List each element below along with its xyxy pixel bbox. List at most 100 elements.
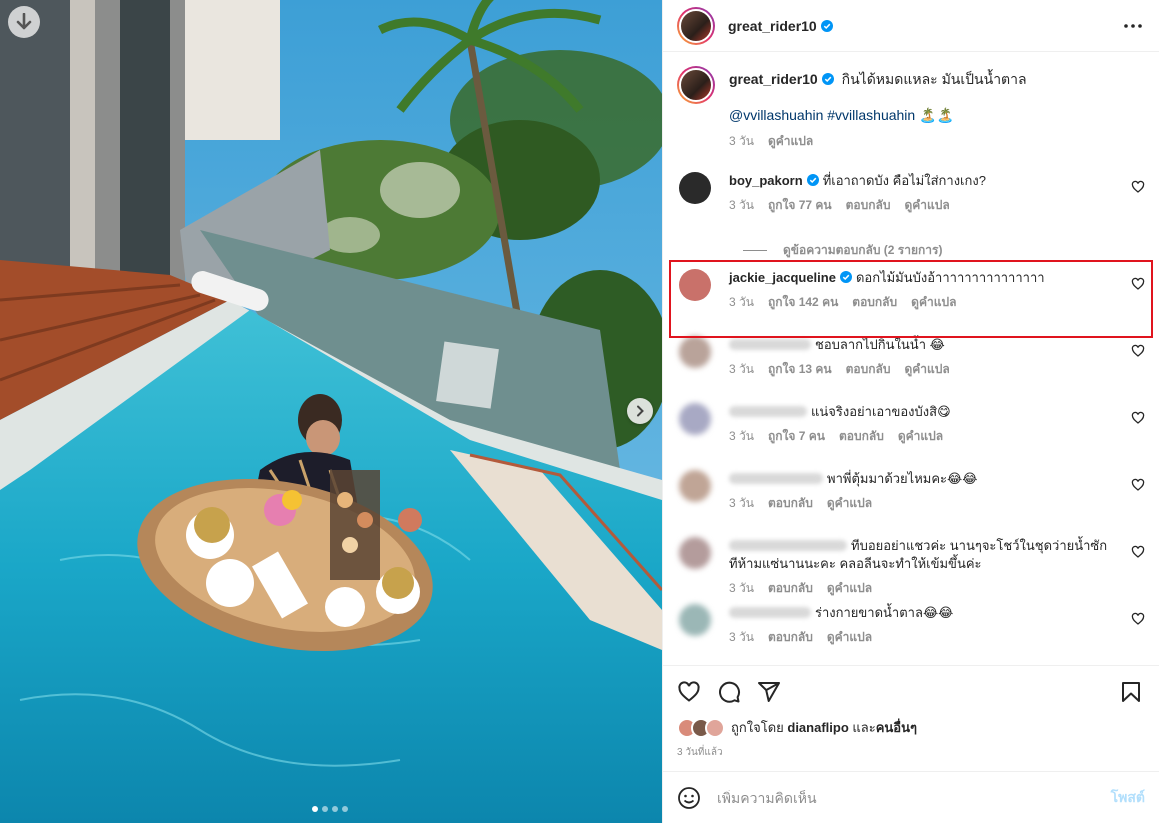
- more-horizontal-icon: [1124, 23, 1142, 28]
- liker-avatar[interactable]: [705, 717, 725, 738]
- verified-badge-icon: [821, 73, 834, 85]
- comment-meta: 3 วัน ถูกใจ 77 คน ตอบกลับ ดูคำแปล: [729, 196, 986, 214]
- comment-time[interactable]: 3 วัน: [729, 293, 754, 311]
- comment-username-redacted[interactable]: [729, 406, 807, 417]
- liked-by-user-link[interactable]: dianaflipo: [787, 720, 848, 735]
- liked-by-others-link[interactable]: คนอื่นๆ: [876, 720, 917, 735]
- comment-username-redacted[interactable]: [729, 473, 823, 484]
- comment-time[interactable]: 3 วัน: [729, 494, 754, 512]
- carousel-dot[interactable]: [342, 806, 348, 812]
- comment-reply-button[interactable]: ตอบกลับ: [768, 579, 813, 597]
- carousel-next-button[interactable]: [627, 398, 653, 424]
- comment-reply-button[interactable]: ตอบกลับ: [839, 427, 884, 445]
- post-comment-button[interactable]: โพสต์: [1111, 787, 1145, 809]
- comment-reply-button[interactable]: ตอบกลับ: [846, 196, 891, 214]
- comment-avatar[interactable]: [679, 336, 711, 368]
- comment-translate-link[interactable]: ดูคำแปล: [898, 427, 943, 445]
- caption-time[interactable]: 3 วัน: [729, 132, 754, 150]
- comment-text: ที่เอาถาดบัง คือไม่ใส่กางเกง?: [822, 173, 986, 188]
- post-time-ago[interactable]: 3 วันที่แล้ว: [677, 745, 1145, 760]
- comment-text: ร่างกายขาดน้ำตาล😂😂: [815, 605, 954, 620]
- bookmark-icon[interactable]: [1119, 680, 1143, 704]
- carousel-dot[interactable]: [312, 806, 318, 812]
- comment-input[interactable]: [717, 789, 1111, 806]
- comment-meta: 3 วัน ถูกใจ 142 คน ตอบกลับ ดูคำแปล: [729, 293, 1045, 311]
- comment-likes[interactable]: ถูกใจ 142 คน: [768, 293, 838, 311]
- comment-meta: 3 วัน ตอบกลับ ดูคำแปล: [729, 579, 1115, 597]
- comment-like-heart-icon[interactable]: [1131, 411, 1145, 425]
- arrow-down-icon: [16, 13, 32, 30]
- comment-username-redacted[interactable]: [729, 540, 847, 551]
- caption-translate-link[interactable]: ดูคำแปล: [768, 132, 813, 150]
- comment-like-heart-icon[interactable]: [1131, 545, 1145, 559]
- comment-translate-link[interactable]: ดูคำแปล: [911, 293, 956, 311]
- comment-text: ดอกไม้มันบังอ้าาาาาาาาาาาาาาา: [855, 270, 1045, 285]
- comment-item: ร่างกายขาดน้ำตาล😂😂 3 วัน ตอบกลับ ดูคำแปล: [677, 602, 1145, 665]
- comment-avatar[interactable]: [679, 172, 711, 204]
- author-avatar[interactable]: [677, 6, 715, 45]
- comment-time[interactable]: 3 วัน: [729, 360, 754, 378]
- comment-avatar[interactable]: [679, 537, 711, 569]
- comment-username[interactable]: boy_pakorn: [729, 173, 819, 188]
- comment-icon[interactable]: [717, 680, 741, 704]
- comment-reply-button[interactable]: ตอบกลับ: [768, 494, 813, 512]
- comments-section[interactable]: great_rider10 กินได้หมดแหละ มันเป็นน้ำตา…: [663, 52, 1159, 665]
- post-header: great_rider10: [663, 0, 1159, 52]
- comment-item: jackie_jacqueline ดอกไม้มันบังอ้าาาาาาาาา…: [677, 267, 1145, 334]
- comment-username-redacted[interactable]: [729, 339, 811, 350]
- comment-translate-link[interactable]: ดูคำแปล: [904, 196, 949, 214]
- comment-like-heart-icon[interactable]: [1131, 344, 1145, 358]
- comment-avatar[interactable]: [679, 470, 711, 502]
- share-send-icon[interactable]: [757, 680, 781, 704]
- comment-time[interactable]: 3 วัน: [729, 579, 754, 597]
- comment-time[interactable]: 3 วัน: [729, 628, 754, 646]
- comment-translate-link[interactable]: ดูคำแปล: [827, 494, 872, 512]
- caption-username[interactable]: great_rider10: [729, 71, 834, 87]
- comment-likes[interactable]: ถูกใจ 13 คน: [768, 360, 832, 378]
- comment-like-heart-icon[interactable]: [1131, 277, 1145, 291]
- verified-badge-icon: [820, 19, 833, 32]
- comment-translate-link[interactable]: ดูคำแปล: [827, 628, 872, 646]
- comment-reply-button[interactable]: ตอบกลับ: [846, 360, 891, 378]
- comment-list: boy_pakorn ที่เอาถาดบัง คือไม่ใส่กางเกง? 3…: [677, 170, 1145, 665]
- comment-body: boy_pakorn ที่เอาถาดบัง คือไม่ใส่กางเกง? 3…: [729, 172, 1016, 237]
- post-photo[interactable]: [0, 0, 662, 823]
- comment-avatar[interactable]: [679, 604, 711, 636]
- download-button[interactable]: [8, 6, 40, 38]
- comment-username[interactable]: jackie_jacqueline: [729, 270, 852, 285]
- carousel-dot[interactable]: [332, 806, 338, 812]
- comment-avatar[interactable]: [679, 269, 711, 301]
- more-options-button[interactable]: [1121, 14, 1145, 38]
- comment-translate-link[interactable]: ดูคำแปล: [904, 360, 949, 378]
- post-details-pane: great_rider10 great_rider10 กินได้หมดแหล…: [662, 0, 1159, 823]
- comment-likes[interactable]: ถูกใจ 77 คน: [768, 196, 832, 214]
- author-username[interactable]: great_rider10: [728, 18, 833, 34]
- emoji-icon[interactable]: [677, 786, 701, 810]
- comment-username-redacted[interactable]: [729, 607, 811, 618]
- caption-meta: 3 วัน ดูคำแปล: [729, 132, 1027, 150]
- comment-avatar[interactable]: [679, 403, 711, 435]
- comment-body: ชอบลากไปกินในน้ำ 😂 3 วัน ถูกใจ 13 คน ตอบกลั…: [729, 336, 980, 401]
- comment-like-heart-icon[interactable]: [1131, 180, 1145, 194]
- comment-reply-button[interactable]: ตอบกลับ: [768, 628, 813, 646]
- pool-scene-image: [0, 0, 662, 823]
- comment-like-heart-icon[interactable]: [1131, 478, 1145, 492]
- caption-author-avatar[interactable]: [677, 66, 715, 104]
- comment-like-heart-icon[interactable]: [1131, 612, 1145, 626]
- caption: great_rider10 กินได้หมดแหละ มันเป็นน้ำตา…: [677, 66, 1145, 150]
- liked-by-text: ถูกใจโดย dianaflipo และคนอื่นๆ: [731, 717, 917, 738]
- comment-translate-link[interactable]: ดูคำแปล: [827, 579, 872, 597]
- comment-likes[interactable]: ถูกใจ 7 คน: [768, 427, 825, 445]
- caption-tags[interactable]: @vvillashuahin #vvillashuahin 🏝️🏝️: [729, 106, 1027, 124]
- comment-time[interactable]: 3 วัน: [729, 196, 754, 214]
- likes-section: ถูกใจโดย dianaflipo และคนอื่นๆ 3 วันที่แ…: [663, 717, 1159, 771]
- carousel-indicator: [312, 806, 348, 812]
- like-heart-icon[interactable]: [677, 680, 701, 704]
- comment-body: ทีบอยอย่าแชวค่ะ นานๆจะโชว์ในชุดว่ายน้ำซั…: [729, 537, 1145, 602]
- comment-reply-button[interactable]: ตอบกลับ: [852, 293, 897, 311]
- view-replies-button[interactable]: ดูข้อความตอบกลับ (2 รายการ): [743, 233, 1145, 267]
- comment-item: แน่จริงอย่าเอาของบังสิ😋 3 วัน ถูกใจ 7 คน ตอ…: [677, 401, 1145, 468]
- replies-line: [743, 249, 767, 251]
- comment-time[interactable]: 3 วัน: [729, 427, 754, 445]
- carousel-dot[interactable]: [322, 806, 328, 812]
